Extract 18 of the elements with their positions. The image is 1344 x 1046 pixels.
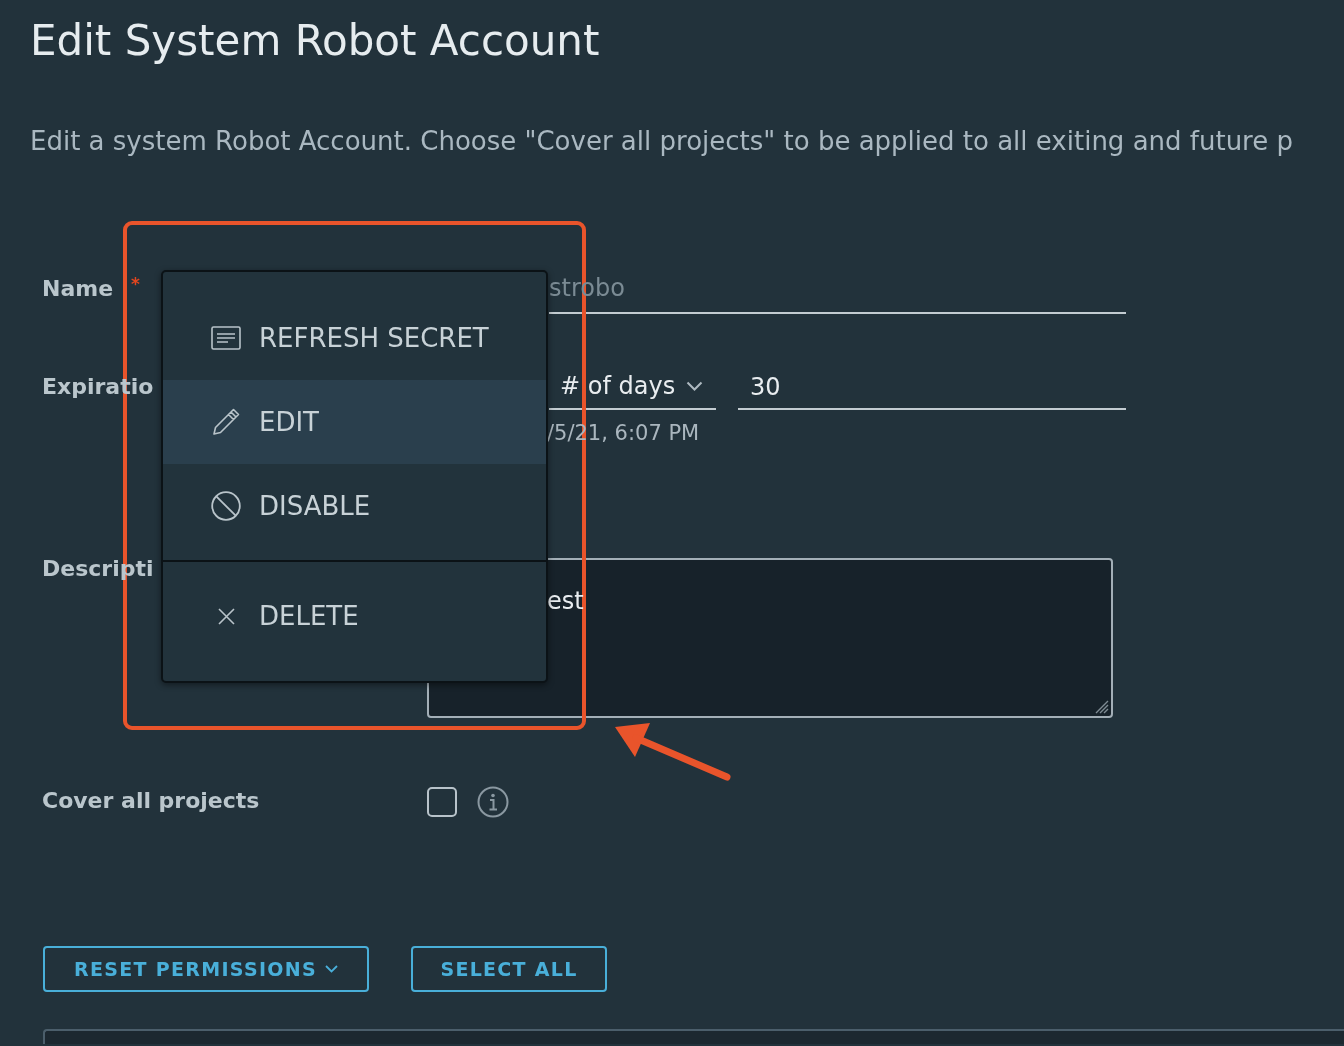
note-icon bbox=[211, 326, 241, 350]
close-icon bbox=[217, 607, 235, 625]
days-input[interactable]: 30 bbox=[738, 364, 1126, 410]
select-all-button[interactable]: SELECT ALL bbox=[411, 946, 607, 992]
chevron-down-icon bbox=[686, 381, 703, 391]
reset-permissions-button[interactable]: RESET PERMISSIONS bbox=[43, 946, 369, 992]
field-label: Name bbox=[42, 275, 114, 303]
menu-item[interactable]: DISABLE bbox=[163, 464, 546, 548]
checkbox[interactable] bbox=[427, 787, 457, 817]
page-description: Edit a system Robot Account. Choose "Cover all projects" to be applied to all exiting and future p bbox=[30, 125, 1293, 157]
required-mark: * bbox=[131, 273, 140, 296]
field-label: Cover all projects bbox=[42, 787, 260, 815]
menu-item[interactable]: REFRESH SECRET bbox=[163, 296, 546, 380]
menu-item[interactable]: EDIT bbox=[163, 380, 546, 464]
info-icon[interactable] bbox=[477, 786, 509, 818]
page-title: Edit System Robot Account bbox=[30, 16, 600, 66]
pencil-icon bbox=[211, 407, 241, 437]
ban-icon bbox=[211, 491, 241, 521]
